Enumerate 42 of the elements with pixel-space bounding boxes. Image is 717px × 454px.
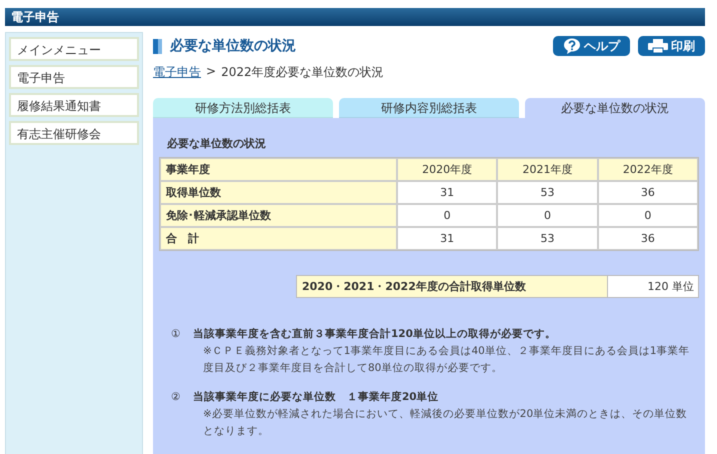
note-number: ② [171, 390, 182, 405]
tab[interactable]: 研修内容別総括表 [339, 98, 519, 118]
note-detail: ※ＣＰＥ義務対象者となって1事業年度目にある会員は40単位、２事業年度目にある会員は1事業年度目及び２事業年度目を合計して80単位の取得が必要です。 [202, 344, 691, 376]
column-header: 2020年度 [397, 158, 498, 181]
column-header: 2022年度 [598, 158, 698, 181]
total-value: 120 単位 [608, 275, 699, 298]
column-header: 2021年度 [497, 158, 598, 181]
sidebar-item[interactable]: 電子申告 [9, 65, 139, 89]
table-cell: 53 [497, 227, 598, 250]
header-bar: 電子申告 [5, 8, 705, 26]
note-heading: 当該事業年度に必要な単位数 １事業年度20単位 [193, 390, 440, 405]
note-detail: ※必要単位数が軽減された場合において、軽減後の必要単位数が20単位未満のときは、その単位数となります。 [202, 407, 688, 439]
table-cell: 0 [497, 204, 598, 227]
column-header: 事業年度 [160, 158, 397, 181]
row-header: 免除･軽減承認単位数 [160, 204, 397, 227]
row-header: 合 計 [160, 227, 397, 250]
breadcrumb-current: 2022年度必要な単位数の状況 [221, 64, 384, 81]
row-header: 取得単位数 [160, 181, 397, 204]
note-heading: 当該事業年度を含む直前３事業年度合計120単位以上の取得が必要です。 [193, 326, 557, 342]
note-number: ① [171, 327, 182, 342]
table-cell: 0 [397, 204, 498, 227]
sidebar-item[interactable]: 有志主催研修会 [9, 121, 139, 145]
table-cell: 36 [598, 227, 698, 250]
sidebar-item[interactable]: メインメニュー [9, 37, 139, 61]
table-cell: 0 [598, 204, 698, 227]
table-cell: 31 [397, 227, 498, 250]
sidebar-item[interactable]: 履修結果通知書 [9, 93, 139, 117]
table-cell: 36 [598, 181, 698, 204]
section-title: 必要な単位数の状況 [167, 136, 267, 151]
tab[interactable]: 研修方法別総括表 [153, 98, 333, 118]
print-button[interactable]: 印刷 [638, 36, 705, 56]
table-cell: 31 [397, 181, 498, 204]
breadcrumb-link[interactable]: 電子申告 [153, 64, 201, 81]
help-icon [563, 38, 581, 54]
total-label: 2020・2021・2022年度の合計取得単位数 [296, 275, 608, 298]
title-marker-icon [153, 38, 162, 54]
tab[interactable]: 必要な単位数の状況 [525, 98, 705, 118]
breadcrumb-separator: > [206, 64, 216, 80]
table-cell: 53 [497, 181, 598, 204]
page-title: 必要な単位数の状況 [170, 37, 296, 55]
help-button[interactable]: ヘルプ [553, 36, 630, 56]
printer-icon [648, 39, 668, 53]
